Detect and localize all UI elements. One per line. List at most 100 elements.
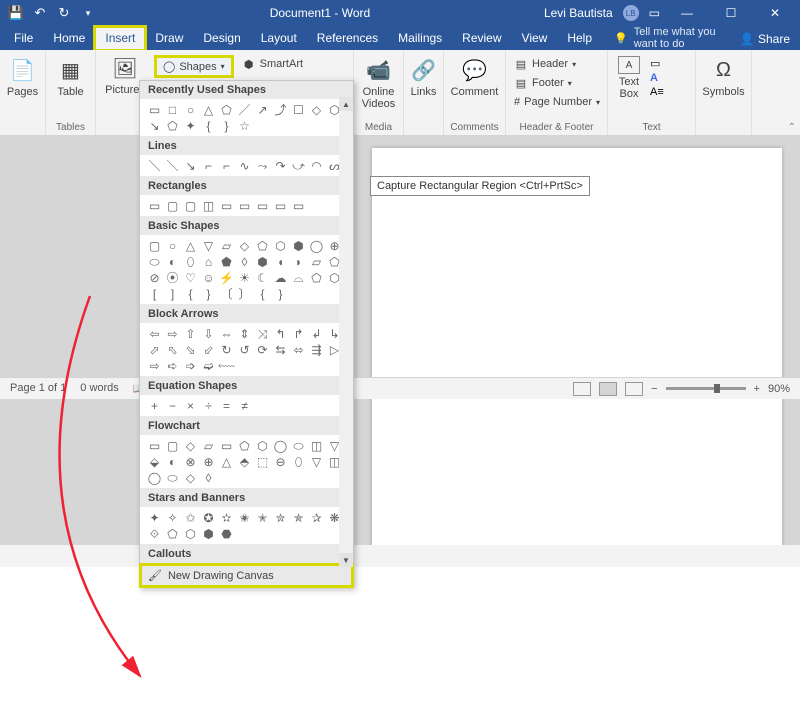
shape-item[interactable]: { xyxy=(254,286,271,301)
shape-item[interactable]: ▽ xyxy=(308,454,325,469)
close-button[interactable]: ✕ xyxy=(758,0,792,26)
shape-item[interactable]: ⬡ xyxy=(254,438,271,453)
share-button[interactable]: 👤 Share xyxy=(730,28,800,50)
shape-item[interactable]: ◐ xyxy=(164,254,181,269)
undo-icon[interactable]: ↶ xyxy=(32,5,48,21)
scroll-up-icon[interactable]: ▲ xyxy=(339,97,353,111)
shape-item[interactable]: ▭ xyxy=(218,438,235,453)
shape-item[interactable]: ⬢ xyxy=(290,238,307,253)
shape-item[interactable]: ⦿ xyxy=(164,270,181,285)
shape-item[interactable]: ▽ xyxy=(200,238,217,253)
shape-item[interactable]: { xyxy=(200,118,217,133)
print-layout-button[interactable] xyxy=(599,382,617,396)
links-button[interactable]: 🔗 Links xyxy=(410,54,437,100)
tab-draw[interactable]: Draw xyxy=(145,27,193,50)
shape-item[interactable]: □ xyxy=(164,102,181,117)
shape-item[interactable]: ≠ xyxy=(236,398,253,413)
shape-item[interactable]: = xyxy=(218,398,235,413)
tab-file[interactable]: File xyxy=(4,27,43,50)
shape-item[interactable]: ⊘ xyxy=(146,270,163,285)
shape-item[interactable]: ◇ xyxy=(182,470,199,485)
shape-item[interactable]: ◯ xyxy=(272,438,289,453)
collapse-ribbon-icon[interactable]: ⌃ xyxy=(788,122,796,133)
avatar[interactable]: LB xyxy=(623,5,639,21)
shape-item[interactable]: ▭ xyxy=(146,102,163,117)
shape-item[interactable]: ✩ xyxy=(182,510,199,525)
shape-item[interactable]: ⬠ xyxy=(254,238,271,253)
shape-item[interactable]: ⟳ xyxy=(254,342,271,357)
shape-item[interactable]: ⬢ xyxy=(254,254,271,269)
zoom-in-button[interactable]: + xyxy=(754,383,760,395)
shape-item[interactable]: ⬟ xyxy=(218,254,235,269)
shape-item[interactable]: △ xyxy=(182,238,199,253)
shape-item[interactable]: ⬳ xyxy=(218,358,235,373)
shape-item[interactable]: ☁ xyxy=(272,270,289,285)
shape-item[interactable]: ＼ xyxy=(164,158,181,173)
online-videos-button[interactable]: 📹 Online Videos xyxy=(360,54,397,112)
shape-item[interactable]: ⬣ xyxy=(218,526,235,541)
shape-item[interactable]: ⬠ xyxy=(164,118,181,133)
header-button[interactable]: ▤Header ▾ xyxy=(512,56,601,72)
shape-item[interactable]: ☾ xyxy=(254,270,271,285)
shape-item[interactable]: ⬭ xyxy=(146,254,163,269)
shape-item[interactable]: ➩ xyxy=(182,358,199,373)
shape-item[interactable]: ⬯ xyxy=(182,254,199,269)
shape-item[interactable]: ↷ xyxy=(272,158,289,173)
shape-item[interactable]: ⬀ xyxy=(146,342,163,357)
symbols-button[interactable]: Ω Symbols xyxy=(702,54,745,100)
shape-item[interactable]: ✮ xyxy=(272,510,289,525)
shape-item[interactable]: ⬄ xyxy=(290,342,307,357)
shape-item[interactable]: ⤳ xyxy=(254,158,271,173)
shape-item[interactable]: ⬁ xyxy=(164,342,181,357)
shape-item[interactable]: ✰ xyxy=(308,510,325,525)
shape-item[interactable]: 〕 xyxy=(236,286,253,301)
shape-item[interactable]: ➫ xyxy=(200,358,217,373)
shape-item[interactable]: ⇶ xyxy=(308,342,325,357)
shape-item[interactable]: ／ xyxy=(236,102,253,117)
shape-item[interactable]: ⊗ xyxy=(182,454,199,469)
shape-item[interactable]: ⚡ xyxy=(218,270,235,285)
shape-item[interactable]: ▢ xyxy=(146,238,163,253)
tab-insert[interactable]: Insert xyxy=(95,27,145,50)
footer-button[interactable]: ▤Footer ▾ xyxy=(512,75,601,91)
word-count[interactable]: 0 words xyxy=(80,382,119,395)
shape-item[interactable]: ▭ xyxy=(254,198,271,213)
shape-item[interactable]: ◫ xyxy=(308,438,325,453)
shape-item[interactable]: ✪ xyxy=(200,510,217,525)
wordart-icon[interactable]: A xyxy=(650,72,664,84)
shape-item[interactable]: ➪ xyxy=(164,358,181,373)
shape-item[interactable]: ⤴ xyxy=(272,102,289,117)
shape-item[interactable]: + xyxy=(146,398,163,413)
shape-item[interactable]: ☐ xyxy=(290,102,307,117)
web-layout-button[interactable] xyxy=(625,382,643,396)
shape-item[interactable]: ◠ xyxy=(308,158,325,173)
shape-item[interactable]: ⬘ xyxy=(236,454,253,469)
tab-layout[interactable]: Layout xyxy=(251,27,307,50)
shape-item[interactable]: ▢ xyxy=(182,198,199,213)
tab-view[interactable]: View xyxy=(512,27,558,50)
shape-item[interactable]: ⇦ xyxy=(146,326,163,341)
shape-item[interactable]: ⬭ xyxy=(290,438,307,453)
shape-item[interactable]: ✧ xyxy=(164,510,181,525)
shape-item[interactable]: ○ xyxy=(164,238,181,253)
zoom-level[interactable]: 90% xyxy=(768,383,790,395)
page-number-button[interactable]: #Page Number ▾ xyxy=(512,94,601,110)
scroll-down-icon[interactable]: ▼ xyxy=(339,553,353,567)
shape-item[interactable]: ＼ xyxy=(146,158,163,173)
maximize-button[interactable]: ☐ xyxy=(714,0,748,26)
shape-item[interactable]: ⬡ xyxy=(182,526,199,541)
shape-item[interactable]: ⇨ xyxy=(146,358,163,373)
shape-item[interactable]: ◖ xyxy=(272,254,289,269)
shape-item[interactable]: ↘ xyxy=(182,158,199,173)
shape-item[interactable]: ▭ xyxy=(290,198,307,213)
shape-item[interactable]: ⬡ xyxy=(272,238,289,253)
shape-item[interactable]: ⌂ xyxy=(200,254,217,269)
shape-item[interactable]: ✭ xyxy=(254,510,271,525)
shape-item[interactable]: ⬭ xyxy=(164,470,181,485)
user-name[interactable]: Levi Bautista xyxy=(544,6,613,20)
shape-item[interactable]: ✦ xyxy=(182,118,199,133)
shape-item[interactable]: ▱ xyxy=(308,254,325,269)
shape-item[interactable]: ⌓ xyxy=(290,270,307,285)
drop-cap-icon[interactable]: A≡ xyxy=(650,86,664,98)
shape-item[interactable]: ⌐ xyxy=(200,158,217,173)
